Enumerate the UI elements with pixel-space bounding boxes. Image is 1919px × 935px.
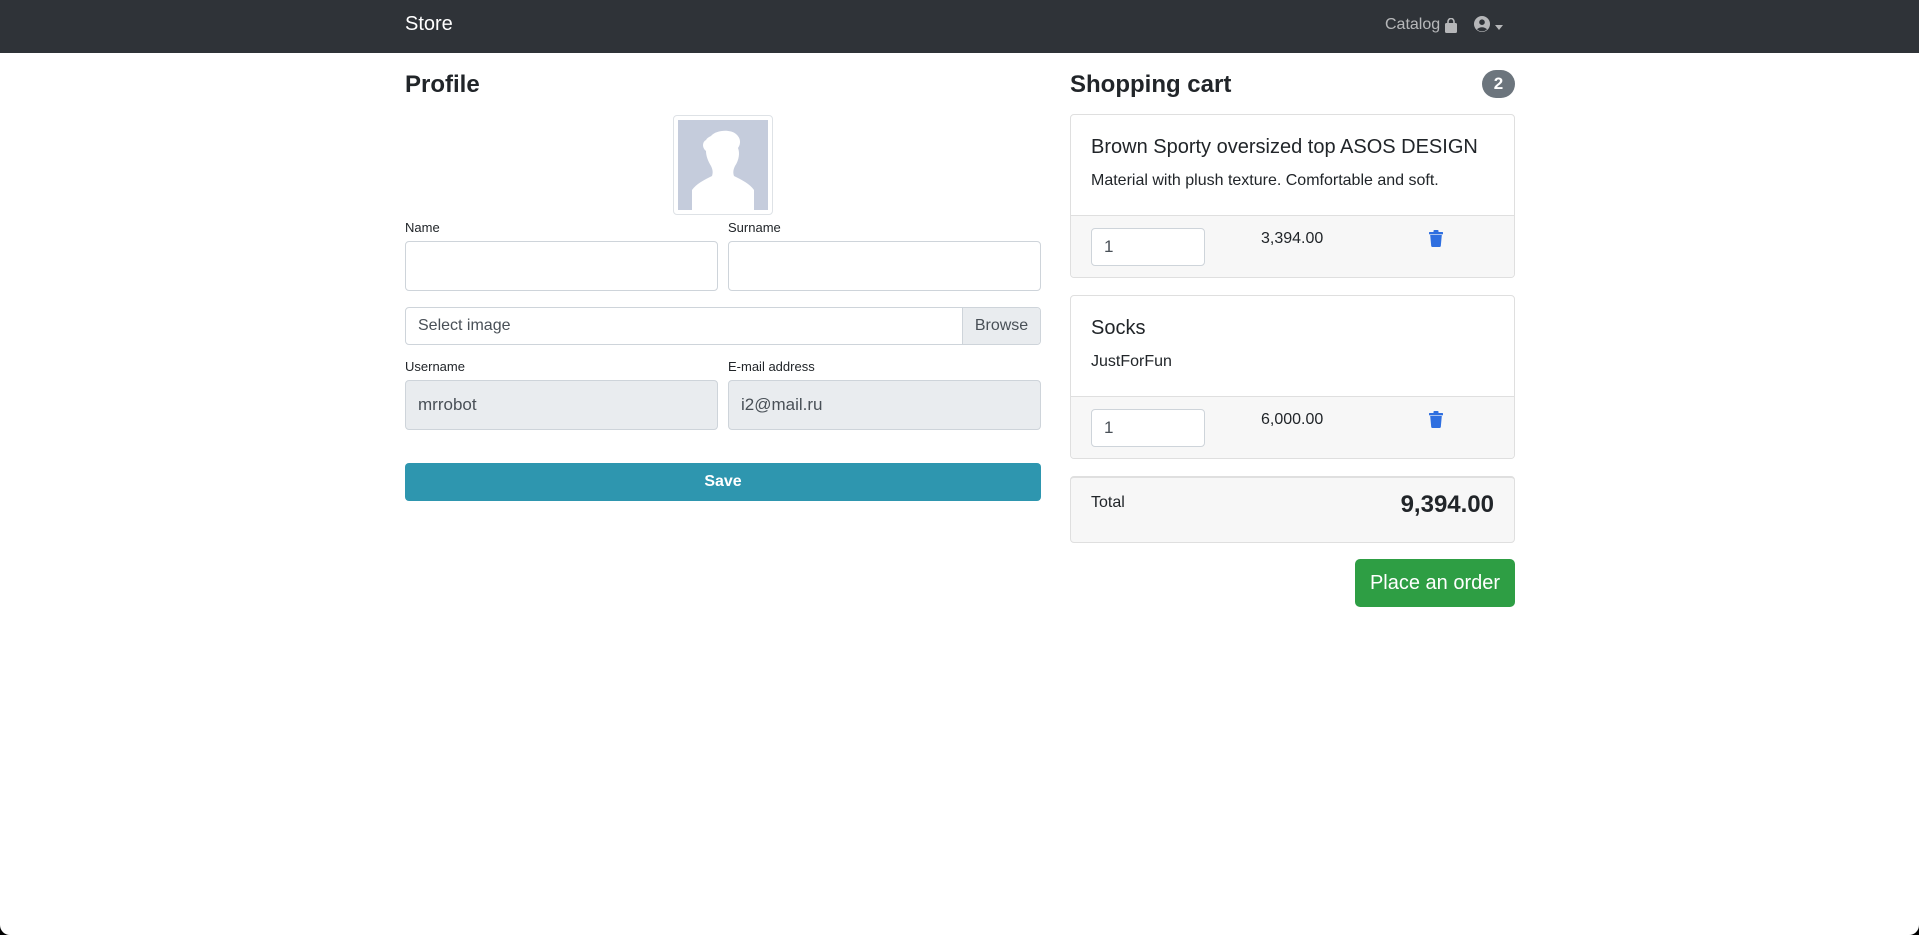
cart-item-body: Brown Sporty oversized top ASOS DESIGN M… — [1071, 115, 1514, 215]
total-label: Total — [1091, 494, 1125, 511]
image-file-placeholder: Select image — [418, 317, 511, 334]
cart-count-badge: 2 — [1482, 70, 1515, 98]
username-label: Username — [405, 359, 465, 374]
profile-title: Profile — [405, 71, 480, 98]
cart-total: Total 9,394.00 — [1070, 476, 1515, 543]
shopping-bag-icon — [1444, 17, 1458, 33]
catalog-link[interactable]: Catalog — [1385, 16, 1458, 34]
name-label: Name — [405, 220, 440, 235]
quantity-input[interactable] — [1091, 409, 1205, 447]
username-field[interactable] — [405, 380, 718, 430]
surname-label: Surname — [728, 220, 781, 235]
cart-item-title: Brown Sporty oversized top ASOS DESIGN — [1091, 136, 1478, 158]
avatar — [673, 115, 773, 215]
surname-input[interactable] — [728, 241, 1041, 291]
navbar: Store Catalog — [0, 0, 1919, 53]
cart-item-footer: 6,000.00 — [1071, 396, 1514, 458]
cart-item-price: 3,394.00 — [1261, 230, 1324, 247]
page: Store Catalog Profile Name Surname Selec… — [0, 0, 1919, 935]
cart-item-body: Socks JustForFun — [1071, 296, 1514, 396]
cart-title: Shopping cart — [1070, 71, 1232, 98]
catalog-label: Catalog — [1385, 16, 1441, 33]
browse-button[interactable]: Browse — [962, 308, 1040, 344]
trash-icon[interactable] — [1429, 411, 1443, 433]
email-field[interactable] — [728, 380, 1041, 430]
quantity-input[interactable] — [1091, 228, 1205, 266]
user-menu-dropdown[interactable] — [1474, 16, 1503, 37]
cart-item-footer: 3,394.00 — [1071, 215, 1514, 277]
cart-item: Brown Sporty oversized top ASOS DESIGN M… — [1070, 114, 1515, 278]
cart-item-title: Socks — [1091, 317, 1146, 339]
cart-item-price: 6,000.00 — [1261, 411, 1324, 428]
place-order-button[interactable]: Place an order — [1355, 559, 1515, 607]
save-button[interactable]: Save — [405, 463, 1041, 501]
email-label: E-mail address — [728, 359, 815, 374]
avatar-placeholder-icon — [678, 120, 768, 210]
name-input[interactable] — [405, 241, 718, 291]
user-circle-icon — [1474, 16, 1490, 37]
chevron-down-icon — [1495, 24, 1503, 30]
cart-item: Socks JustForFun 6,000.00 — [1070, 295, 1515, 459]
cart-item-description: Material with plush texture. Comfortable… — [1091, 172, 1439, 189]
trash-icon[interactable] — [1429, 230, 1443, 252]
image-file-input[interactable]: Select image Browse — [405, 307, 1041, 345]
brand-link[interactable]: Store — [405, 13, 453, 36]
cart-item-description: JustForFun — [1091, 353, 1172, 370]
total-value: 9,394.00 — [1400, 491, 1494, 518]
